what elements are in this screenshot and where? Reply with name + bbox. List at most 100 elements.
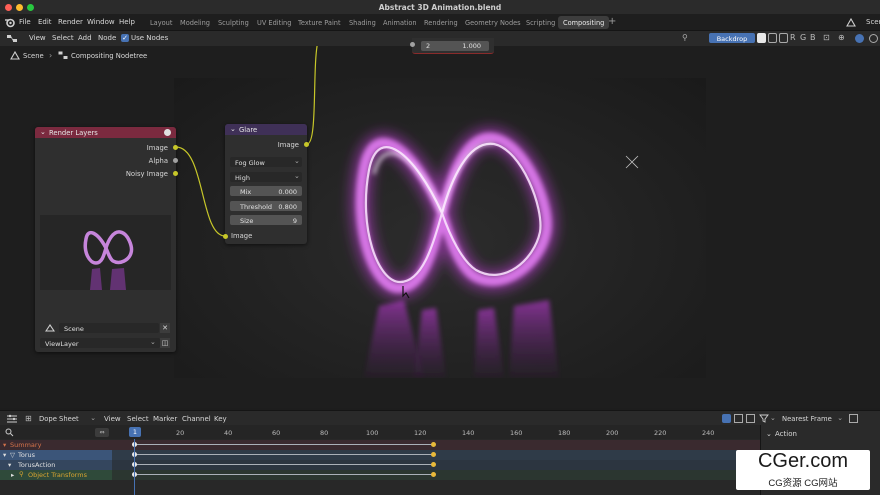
tab-uv-editing[interactable]: UV Editing (252, 16, 296, 29)
gizmo-icon[interactable]: ⊕ (838, 33, 845, 42)
channel-torus-row[interactable]: ▾ ▽ Torus (0, 450, 112, 460)
frame-tick: 60 (272, 429, 281, 437)
glare-input-image-socket[interactable] (223, 234, 228, 239)
tab-compositing[interactable]: Compositing (558, 16, 610, 29)
collapse-icon[interactable]: ⌄ (766, 430, 772, 438)
menu-edit[interactable]: Edit (38, 18, 52, 26)
view-layer-dropdown[interactable]: ViewLayer (40, 338, 160, 348)
editor-type-icon[interactable] (6, 34, 18, 43)
scene-field[interactable]: Scene (59, 323, 159, 333)
keyframe-hold-summary (134, 444, 434, 445)
channel-transforms-row[interactable]: ▸ ⚲ Object Transforms (0, 470, 112, 480)
dopesheet-menu-channel[interactable]: Channel (182, 415, 211, 423)
glare-threshold-field[interactable]: Threshold 0.800 (230, 201, 302, 211)
playhead[interactable] (134, 439, 135, 495)
alpha-icon[interactable] (779, 33, 788, 43)
chevron-down-icon: ⌄ (837, 414, 843, 422)
tab-geometry-nodes[interactable]: Geometry Nodes (460, 16, 526, 29)
blender-logo-icon[interactable] (4, 17, 15, 28)
dope-sheet-mode-dropdown[interactable]: Dope Sheet ⌄ (36, 413, 98, 424)
glare-mix-value: 0.000 (278, 187, 297, 196)
glare-mix-field[interactable]: Mix 0.000 (230, 186, 302, 196)
keyframe[interactable] (431, 442, 436, 447)
tab-texture-paint[interactable]: Texture Paint (293, 16, 346, 29)
channel-summary-row[interactable]: ▾ Summary (0, 440, 760, 450)
menu-file[interactable]: File (19, 18, 31, 26)
menu-node[interactable]: Node (98, 34, 116, 42)
frame-tick: 160 (510, 429, 523, 437)
glare-node[interactable]: ⌄ Glare Image Fog Glow ⌄ High ⌄ Mix 0.00… (223, 124, 309, 244)
keyframe[interactable] (431, 462, 436, 467)
swap-icon[interactable]: ⇔ (95, 428, 109, 437)
chevron-down-icon: ⌄ (150, 338, 156, 346)
channel-action-row[interactable]: ▾ TorusAction (0, 460, 112, 470)
pin-icon[interactable]: ⚲ (682, 33, 688, 42)
dopesheet-menu-select[interactable]: Select (127, 415, 149, 423)
glare-header[interactable]: ⌄ Glare (225, 124, 307, 135)
clear-scene-icon[interactable]: ✕ (160, 323, 170, 333)
sidebar-action-panel-title: Action (775, 430, 797, 438)
expand-icon[interactable]: ▸ (11, 471, 14, 479)
tab-rendering[interactable]: Rendering (419, 16, 463, 29)
menu-window[interactable]: Window (87, 18, 115, 26)
output-alpha-socket[interactable] (173, 158, 178, 163)
menu-render[interactable]: Render (58, 18, 83, 26)
filter-icon[interactable] (759, 414, 769, 423)
add-workspace-icon[interactable]: + (608, 16, 616, 27)
overlay-icon[interactable]: ⊡ (823, 33, 830, 42)
use-nodes-checkbox[interactable]: ✓ (121, 34, 129, 42)
glare-quality-dropdown[interactable]: High (230, 172, 302, 182)
sidebar-toggle-icon[interactable] (869, 34, 878, 43)
dopesheet-menu-view[interactable]: View (104, 415, 121, 423)
tab-modeling[interactable]: Modeling (175, 16, 215, 29)
proportional-editing-icon[interactable] (849, 414, 858, 423)
scene-icon[interactable] (846, 18, 857, 27)
frame-tick: 40 (224, 429, 233, 437)
color-alpha-icon[interactable] (757, 33, 766, 43)
snap-dropdown[interactable]: Nearest Frame ⌄ (779, 413, 845, 424)
dopesheet-menu-key[interactable]: Key (214, 415, 227, 423)
output-noisy-image-socket[interactable] (173, 171, 178, 176)
render-layers-node[interactable]: ⌄ Render Layers Image Alpha Noisy Image … (35, 127, 178, 352)
collapse-icon[interactable]: ⌄ (230, 125, 236, 133)
tab-scripting[interactable]: Scripting (521, 16, 560, 29)
keyframe[interactable] (431, 452, 436, 457)
menu-view[interactable]: View (29, 34, 46, 42)
render-layer-icon[interactable]: ◫ (160, 338, 170, 348)
backdrop-toggle[interactable]: Backdrop (709, 33, 755, 43)
menu-select[interactable]: Select (52, 34, 74, 42)
collapse-icon[interactable]: ⌄ (40, 128, 46, 136)
tab-layout[interactable]: Layout (145, 16, 177, 29)
render-layers-header[interactable]: ⌄ Render Layers (35, 127, 176, 138)
expand-icon[interactable]: ▾ (3, 441, 6, 449)
box-select-icon[interactable] (734, 414, 743, 423)
overlays-toggle-icon[interactable] (855, 34, 864, 43)
timeline-ruler[interactable]: ⇔ 1 20 40 60 80 100 120 140 160 180 200 … (0, 425, 760, 439)
tab-sculpting[interactable]: Sculpting (213, 16, 254, 29)
tab-shading[interactable]: Shading (344, 16, 381, 29)
color-icon[interactable] (768, 33, 777, 43)
select-tool-icon[interactable] (722, 414, 731, 423)
tab-animation[interactable]: Animation (378, 16, 422, 29)
glare-size-field[interactable]: Size 9 (230, 215, 302, 225)
glare-output-image-socket[interactable] (304, 142, 309, 147)
menu-help[interactable]: Help (119, 18, 135, 26)
scene-selector[interactable]: Scene (866, 18, 880, 26)
channel-b-button[interactable]: B (810, 33, 816, 42)
dopesheet-menu-marker[interactable]: Marker (153, 415, 177, 423)
glare-type-dropdown[interactable]: Fog Glow (230, 157, 302, 167)
menu-add[interactable]: Add (78, 34, 92, 42)
expand-icon[interactable]: ▾ (3, 451, 6, 459)
search-icon[interactable] (5, 428, 14, 437)
dope-sheet-body[interactable]: ▾ Summary ▾ ▽ Torus ▾ TorusAction ▸ ⚲ Ob… (0, 439, 760, 495)
expand-icon[interactable]: ▾ (8, 461, 11, 469)
output-image-socket[interactable] (173, 145, 178, 150)
dope-sheet-editor-icon[interactable] (6, 414, 18, 423)
current-frame-indicator[interactable]: 1 (129, 427, 141, 437)
scene-icon[interactable] (45, 324, 55, 332)
channel-r-button[interactable]: R (790, 33, 796, 42)
channel-g-button[interactable]: G (800, 33, 806, 42)
view-all-icon[interactable] (746, 414, 755, 423)
render-icon[interactable] (164, 129, 171, 136)
keyframe[interactable] (431, 472, 436, 477)
